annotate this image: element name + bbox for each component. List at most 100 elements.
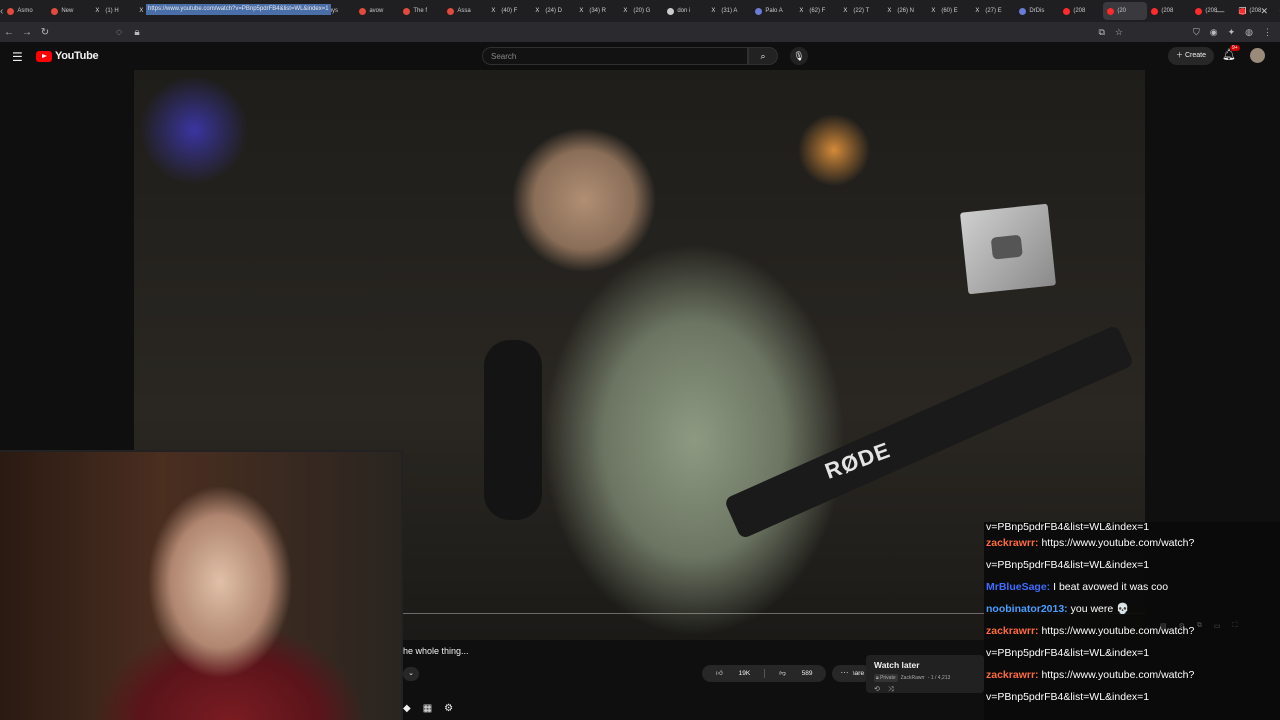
shield-extension-icon[interactable]: ⛉	[1193, 27, 1200, 38]
browser-tab[interactable]: X (27) E	[971, 2, 1015, 20]
app-grid-icon[interactable]: ▦	[423, 703, 432, 714]
video-description-snippet[interactable]: he whole thing...	[403, 646, 469, 656]
settings-gear-icon[interactable]: ⚙	[444, 703, 453, 714]
chat-message: MrBlueSage: I beat avowed it was coo	[984, 576, 1280, 598]
browser-tab-label: (208	[1161, 8, 1174, 14]
browser-tab[interactable]: X (22) T	[839, 2, 883, 20]
chat-text: v=PBnp5pdrFB4&list=WL&index=1	[986, 559, 1150, 571]
thumbs-up-icon: 👍︎	[716, 670, 725, 677]
reddit-icon	[359, 7, 367, 15]
browser-tab[interactable]: Palo A	[751, 2, 795, 20]
browser-tab[interactable]: Asmo	[3, 2, 47, 20]
notifications-bell-icon[interactable]: 🔔︎ 9+	[1222, 45, 1240, 61]
plus-icon: ＋	[1176, 52, 1185, 59]
extension-icon[interactable]: ◉	[1210, 27, 1218, 38]
chat-popout-icon[interactable]: ⧉	[1197, 622, 1202, 630]
streamer-webcam-overlay	[0, 450, 403, 720]
puzzle-icon[interactable]: ✦	[1228, 27, 1236, 38]
chat-message: zackrawrr: https://www.youtube.com/watch…	[984, 664, 1280, 686]
browser-tab[interactable]: X (62) F	[795, 2, 839, 20]
browser-tab[interactable]: avow	[355, 2, 399, 20]
search-icon[interactable]: ⌕	[748, 47, 778, 65]
lock-icon: 🔒︎	[876, 675, 879, 681]
create-label: Create	[1184, 52, 1206, 59]
browser-tab[interactable]: New	[47, 2, 91, 20]
browser-tab[interactable]: X (60) E	[927, 2, 971, 20]
x-icon: X	[931, 7, 936, 14]
back-icon[interactable]: ←	[0, 27, 18, 38]
loop-icon[interactable]: ⟲	[874, 686, 888, 693]
browser-tab-label: (22) T	[853, 8, 870, 14]
chat-emote-icon[interactable]: ▤	[1160, 622, 1167, 630]
chat-username[interactable]: zackrawrr:	[986, 625, 1039, 637]
chat-text: v=PBnp5pdrFB4&list=WL&index=1	[986, 522, 1150, 532]
browser-tab[interactable]: X (40) F	[487, 2, 531, 20]
chat-minimize-icon[interactable]: ▭	[1214, 622, 1221, 630]
shield-icon[interactable]: ◌	[110, 27, 128, 38]
bookmark-star-icon[interactable]: ☆	[1115, 27, 1123, 38]
chat-username[interactable]: zackrawrr:	[986, 537, 1039, 549]
shuffle-icon[interactable]: ⤨	[888, 686, 902, 693]
x-icon: X	[579, 7, 584, 14]
browser-navbar: ← → ↻ ◌ 🔒︎ ⧉ ☆ ⛉ ◉ ✦ ◍ ⋮	[0, 22, 1280, 42]
browser-tab[interactable]: X (1) H	[91, 2, 135, 20]
like-button[interactable]: 👍︎ 19K	[702, 665, 764, 682]
steam-icon[interactable]: ◆	[403, 703, 411, 714]
browser-tab[interactable]: The f	[399, 2, 443, 20]
browser-tab[interactable]: X (31) A	[707, 2, 751, 20]
chat-username[interactable]: noobinator2013:	[986, 603, 1068, 615]
browser-tab[interactable]: X (34) R	[575, 2, 619, 20]
youtube-icon	[1107, 7, 1115, 15]
close-window-icon[interactable]: ✕	[1260, 6, 1268, 17]
address-bar-url[interactable]: https://www.youtube.com/watch?v=PBnp5pdr…	[146, 4, 331, 15]
chat-fullscreen-icon[interactable]: ⛶	[1233, 622, 1238, 630]
browser-tab[interactable]: (208	[1059, 2, 1103, 20]
screenshot-icon[interactable]: ⧉	[1098, 27, 1104, 38]
browser-tab-label: (20) G	[633, 8, 651, 14]
browser-tab-label: Assa	[457, 8, 471, 14]
x-icon: X	[623, 7, 628, 14]
chevron-down-icon[interactable]: ⌄	[403, 667, 419, 681]
browser-tab[interactable]: don i	[663, 2, 707, 20]
lock-icon[interactable]: 🔒︎	[128, 27, 146, 38]
more-options-icon[interactable]: ···	[836, 665, 853, 682]
minimize-icon[interactable]: —	[1215, 6, 1224, 16]
browser-tab[interactable]: Assa	[443, 2, 487, 20]
youtube-logo[interactable]: YouTube	[36, 50, 99, 62]
privacy-label: Private	[880, 675, 896, 681]
chat-settings-icon[interactable]: ⚙	[1179, 622, 1185, 630]
chat-text: I beat avowed it was coo	[1050, 581, 1169, 593]
search-input[interactable]: Search	[482, 47, 748, 65]
profile-icon[interactable]: ◍	[1245, 27, 1253, 38]
forward-icon[interactable]: →	[18, 27, 36, 38]
chat-text: you were 💀	[1067, 603, 1130, 615]
maximize-icon[interactable]: ❐	[1238, 6, 1246, 17]
browser-tab[interactable]: DrDis	[1015, 2, 1059, 20]
browser-tab[interactable]: X (26) N	[883, 2, 927, 20]
browser-tab[interactable]: X (20) G	[619, 2, 663, 20]
playlist-owner[interactable]: ZackRawrr	[901, 675, 925, 681]
chat-username[interactable]: zackrawrr:	[986, 669, 1039, 681]
create-button[interactable]: ＋ Create	[1168, 47, 1214, 65]
like-dislike-group: 👍︎ 19K 👎︎ 589	[702, 665, 827, 682]
reddit-icon	[403, 7, 411, 15]
playlist-controls: ⟲⤨	[874, 685, 901, 694]
chat-message: zackrawrr: https://www.youtube.com/watch…	[984, 532, 1280, 554]
chat-message: v=PBnp5pdrFB4&list=WL&index=1	[984, 554, 1280, 576]
x-icon: X	[843, 7, 848, 14]
reload-icon[interactable]: ↻	[36, 27, 54, 38]
chat-username[interactable]: MrBlueSage:	[986, 581, 1050, 593]
browser-tab-label: The f	[413, 8, 428, 14]
playlist-panel[interactable]: Watch later 🔒︎ Private ZackRawrr - 1 / 4…	[866, 655, 984, 693]
browser-tab-label: (20	[1117, 8, 1127, 14]
microphone-icon[interactable]: 🎙︎	[790, 47, 808, 65]
browser-tab[interactable]: (20	[1103, 2, 1148, 20]
chat-text: https://www.youtube.com/watch?	[1038, 669, 1195, 681]
browser-tab[interactable]: X (24) D	[531, 2, 575, 20]
thumbs-down-icon: 👎︎	[779, 670, 788, 677]
user-avatar[interactable]	[1250, 48, 1265, 63]
hamburger-menu-icon[interactable]: ☰	[12, 50, 23, 64]
dislike-button[interactable]: 👎︎ 589	[765, 665, 826, 682]
browser-tab[interactable]: (208	[1147, 2, 1191, 20]
menu-dots-icon[interactable]: ⋮	[1263, 27, 1272, 38]
